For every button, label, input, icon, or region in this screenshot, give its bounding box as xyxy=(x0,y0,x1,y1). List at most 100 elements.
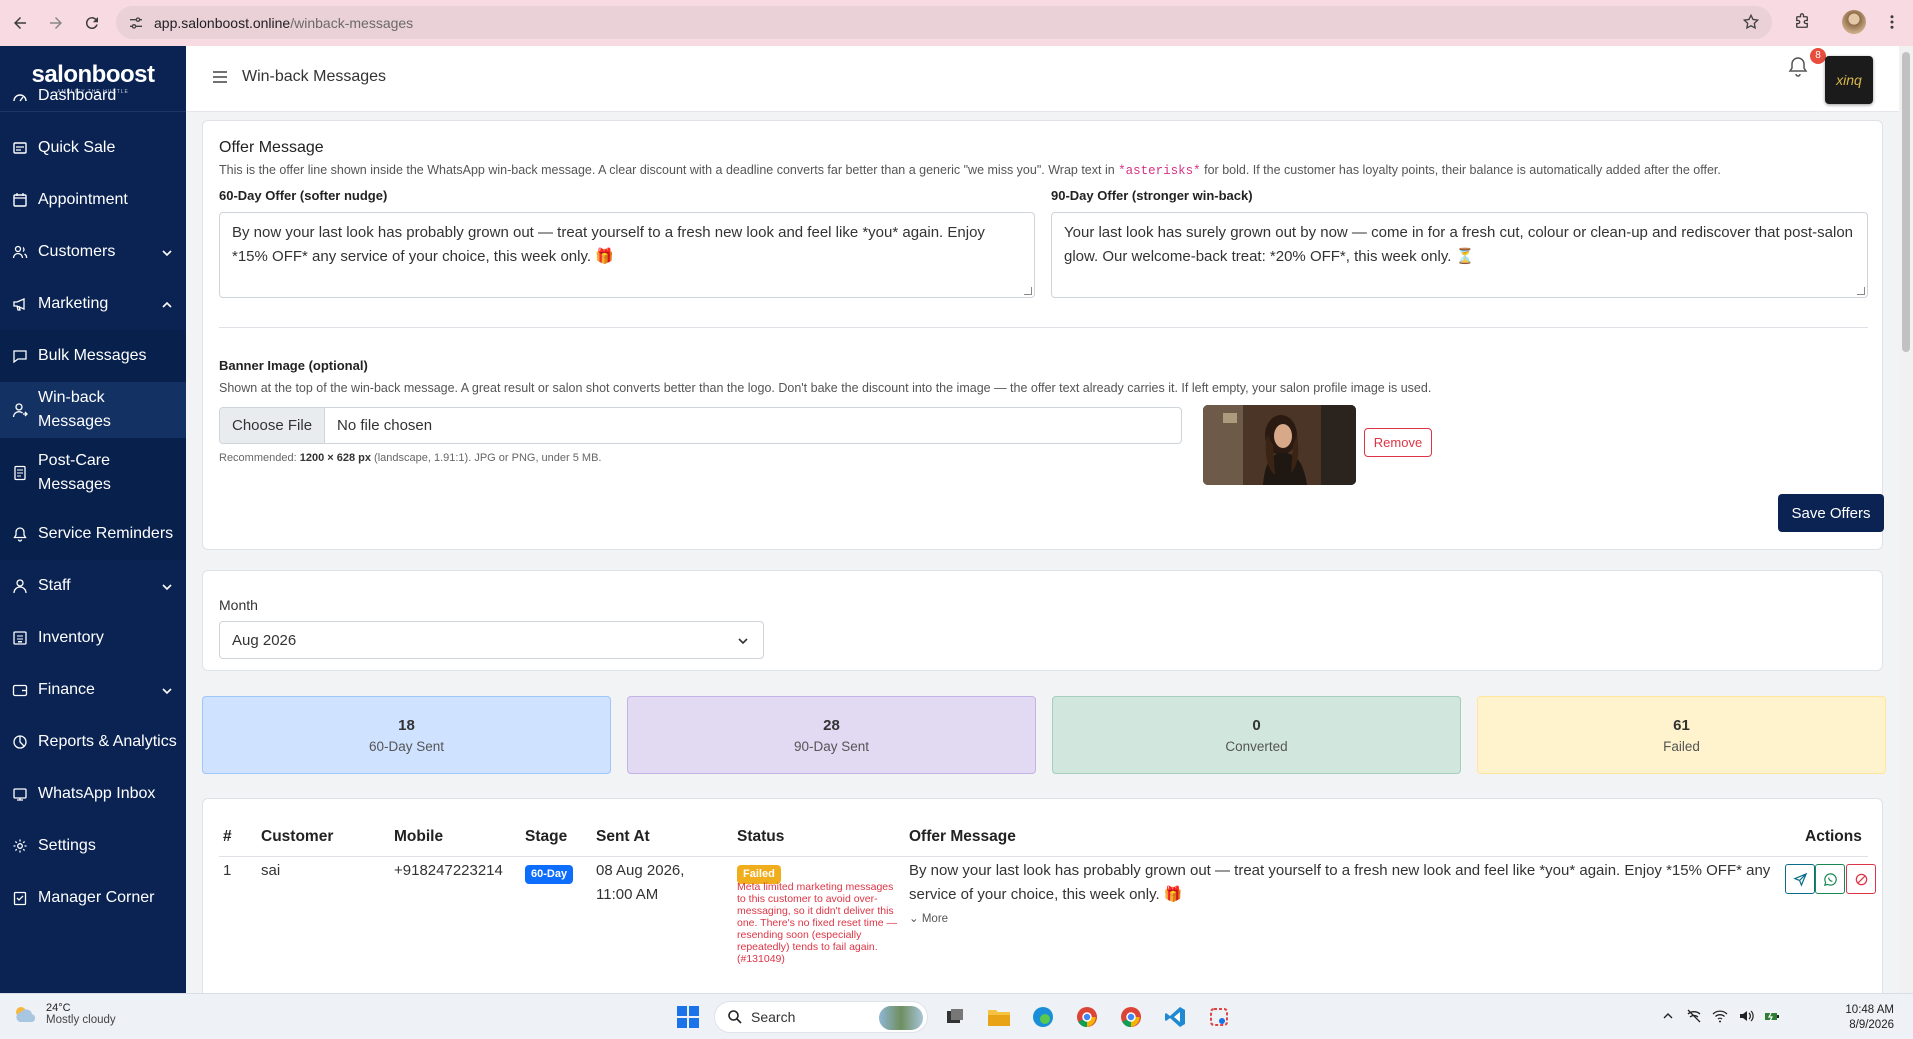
chevron-up-icon[interactable] xyxy=(1660,1008,1676,1024)
banner-preview-image xyxy=(1203,405,1356,485)
wifi-icon[interactable] xyxy=(1712,1008,1728,1024)
save-offers-button[interactable]: Save Offers xyxy=(1778,494,1884,532)
windows-start-icon[interactable] xyxy=(676,1005,700,1029)
chevron-down-icon xyxy=(161,684,173,696)
page-title: Win-back Messages xyxy=(242,68,387,85)
reload-button[interactable] xyxy=(76,7,108,39)
taskbar-search[interactable]: Search xyxy=(714,1001,928,1033)
extensions-button[interactable] xyxy=(1788,8,1816,36)
sidebar-item-finance[interactable]: Finance xyxy=(0,664,186,716)
sidebar-item-appointment[interactable]: Appointment xyxy=(0,174,186,226)
chrome-profile-icon[interactable] xyxy=(1118,1004,1144,1030)
more-toggle[interactable]: ⌄ More xyxy=(909,911,948,925)
sidebar-item-label: Inventory xyxy=(38,629,104,646)
sidebar-item-label: Staff xyxy=(38,577,71,594)
stat-value: 61 xyxy=(1673,716,1690,734)
block-button[interactable] xyxy=(1846,864,1876,894)
row-number: 1 xyxy=(223,862,232,879)
site-settings-icon[interactable] xyxy=(128,15,144,31)
stat-value: 28 xyxy=(823,716,840,734)
choose-file-button[interactable]: Choose File xyxy=(220,408,326,443)
system-clock[interactable]: 10:48 AM 8/9/2026 xyxy=(1828,1003,1894,1033)
sidebar-item-service-reminders[interactable]: Service Reminders xyxy=(0,508,186,560)
offer-60-label: 60-Day Offer (softer nudge) xyxy=(219,188,388,203)
banner-photo xyxy=(1203,405,1356,485)
network-off-icon[interactable] xyxy=(1686,1008,1702,1024)
row-offer-message: By now your last look has probably grown… xyxy=(909,862,1771,903)
search-icon xyxy=(728,1010,742,1024)
notification-bell-icon[interactable] xyxy=(1786,55,1810,79)
remove-banner-button[interactable]: Remove xyxy=(1364,428,1432,457)
sidebar-item-label: Settings xyxy=(38,837,96,854)
sidebar-item-staff[interactable]: Staff xyxy=(0,560,186,612)
sidebar: salonboost AMPLIFY THE HUSTLE Dashboard Q… xyxy=(0,46,186,993)
chevron-double-down-icon: ⌄ xyxy=(909,913,922,925)
task-view-icon[interactable] xyxy=(942,1004,968,1030)
resize-grip-icon[interactable] xyxy=(1024,287,1032,295)
forward-button[interactable] xyxy=(40,7,72,39)
whatsapp-button[interactable] xyxy=(1815,864,1845,894)
speaker-icon[interactable] xyxy=(1738,1008,1754,1024)
battery-charging-icon[interactable] xyxy=(1764,1008,1780,1024)
sidebar-item-inventory[interactable]: Inventory xyxy=(0,612,186,664)
banner-image-label: Banner Image (optional) xyxy=(219,358,368,373)
sidebar-item-label: Manager Corner xyxy=(38,889,155,906)
month-select[interactable]: Aug 2026 xyxy=(219,621,764,659)
back-button[interactable] xyxy=(4,7,36,39)
chrome-browser-icon[interactable] xyxy=(1074,1004,1100,1030)
sidebar-item-reports-analytics[interactable]: Reports & Analytics xyxy=(0,716,186,768)
user-return-icon xyxy=(12,402,28,418)
section-divider xyxy=(219,327,1868,328)
offer-message-card: Offer Message This is the offer line sho… xyxy=(202,120,1884,550)
address-bar[interactable]: app.salonboost.online/winback-messages xyxy=(116,6,1772,39)
resend-button[interactable] xyxy=(1785,864,1815,894)
arrow-right-icon xyxy=(50,17,62,29)
user-avatar[interactable]: xinq xyxy=(1825,56,1873,104)
resize-grip-icon[interactable] xyxy=(1857,287,1865,295)
bookmark-star-icon[interactable] xyxy=(1742,13,1760,31)
column-header-sent-at: Sent At xyxy=(596,828,650,845)
offer-90-textarea[interactable]: Your last look has surely grown out by n… xyxy=(1051,212,1868,298)
url-host: app.salonboost.online xyxy=(154,14,291,31)
snipping-tool-icon[interactable] xyxy=(1206,1004,1232,1030)
offer-60-textarea[interactable]: By now your last look has probably grown… xyxy=(219,212,1035,298)
stat-value: 0 xyxy=(1252,716,1261,734)
sidebar-item-quick-sale[interactable]: Quick Sale xyxy=(0,122,186,174)
stat-card-90-day-sent: 28 90-Day Sent xyxy=(627,696,1036,774)
browser-menu-button[interactable] xyxy=(1878,8,1906,36)
vscode-icon[interactable] xyxy=(1162,1004,1188,1030)
sidebar-item-manager-corner[interactable]: Manager Corner xyxy=(0,872,186,924)
sidebar-item-win-back-messages[interactable]: Win-back Messages xyxy=(0,382,186,438)
clipboard-icon xyxy=(12,890,28,906)
sidebar-item-customers[interactable]: Customers xyxy=(0,226,186,278)
edge-browser-icon[interactable] xyxy=(1030,1004,1056,1030)
sidebar-item-settings[interactable]: Settings xyxy=(0,820,186,872)
file-explorer-icon[interactable] xyxy=(986,1004,1012,1030)
sidebar-item-bulk-messages[interactable]: Bulk Messages xyxy=(0,330,186,382)
table-header-divider xyxy=(219,856,1868,857)
block-icon xyxy=(1855,873,1867,885)
weather-widget[interactable]: 24°C Mostly cloudy xyxy=(12,1002,116,1026)
column-header-offer-message: Offer Message xyxy=(909,828,1016,845)
profile-button[interactable] xyxy=(1840,8,1868,36)
hamburger-menu-icon[interactable] xyxy=(212,69,228,85)
sidebar-item-label: Marketing xyxy=(38,295,109,312)
sidebar-item-whatsapp-inbox[interactable]: WhatsApp Inbox xyxy=(0,768,186,820)
more-label: More xyxy=(921,913,949,925)
rec-size: 1200 × 628 px xyxy=(299,452,371,464)
banner-file-input[interactable]: Choose File No file chosen xyxy=(219,407,1182,444)
sidebar-item-marketing[interactable]: Marketing xyxy=(0,278,186,330)
search-highlight-image xyxy=(879,1006,923,1030)
sidebar-item-post-care-messages[interactable]: Post-Care Messages xyxy=(0,438,186,508)
stat-card-converted: 0 Converted xyxy=(1052,696,1461,774)
cloud-sun-icon xyxy=(16,1007,36,1022)
offer-desc-text: This is the offer line shown inside the … xyxy=(219,163,1119,177)
file-status-text: No file chosen xyxy=(337,417,433,434)
banner-recommendation: Recommended: 1200 × 628 px (landscape, 1… xyxy=(219,452,601,464)
page-scrollbar[interactable] xyxy=(1899,46,1913,993)
main-content: Offer Message This is the offer line sho… xyxy=(186,113,1899,993)
whatsapp-icon xyxy=(1823,872,1837,886)
column-header-actions: Actions xyxy=(1805,828,1862,845)
scrollbar-thumb[interactable] xyxy=(1902,52,1910,352)
sidebar-item-dashboard[interactable]: Dashboard xyxy=(0,70,186,122)
